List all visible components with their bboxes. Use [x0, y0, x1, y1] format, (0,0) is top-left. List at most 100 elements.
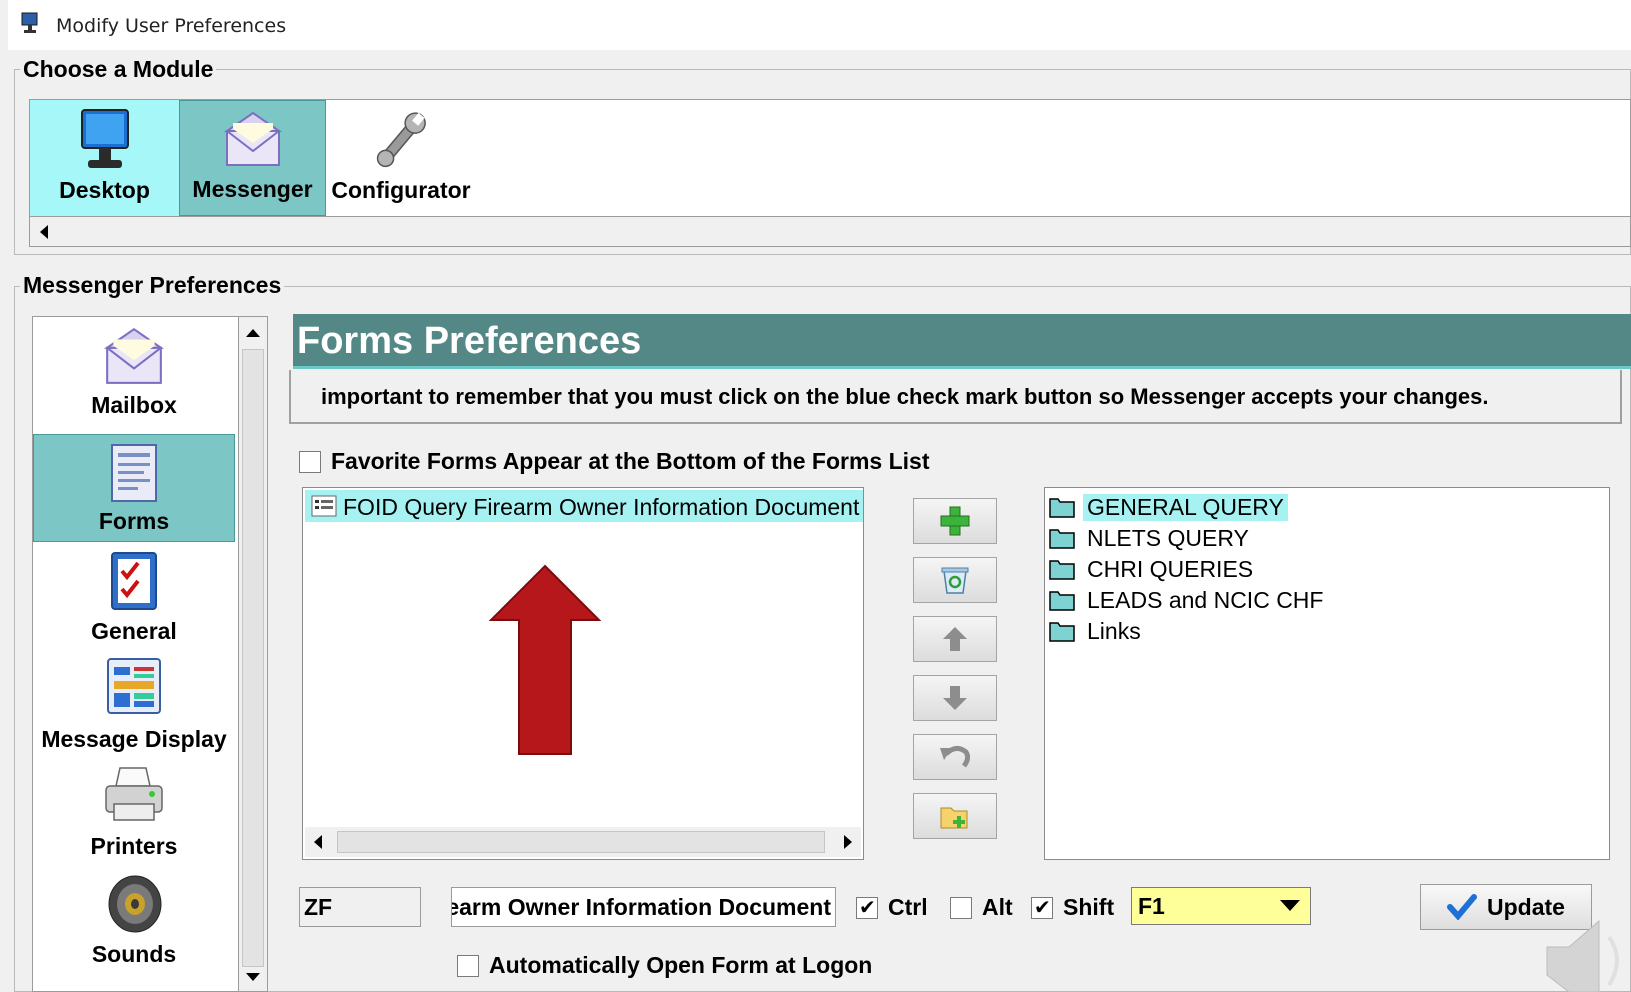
form-name-field[interactable]: FOID Query Firearm Owner Information Doc… [451, 887, 836, 927]
recycle-bin-icon [941, 567, 969, 594]
folder-icon [1049, 560, 1075, 580]
folders-tree[interactable]: GENERAL QUERY NLETS QUERY CHRI QUERIES L… [1044, 487, 1610, 860]
scroll-down-icon[interactable] [246, 973, 260, 983]
nav-item-printers[interactable]: Printers [33, 758, 235, 866]
checklist-icon [111, 552, 157, 610]
favorites-bottom-option[interactable]: Favorite Forms Appear at the Bottom of t… [299, 448, 929, 475]
function-key-value: F1 [1138, 893, 1165, 919]
function-key-select[interactable]: F1 [1131, 887, 1311, 925]
auto-open-checkbox[interactable] [457, 954, 479, 977]
new-folder-icon [940, 807, 968, 829]
folder-label: GENERAL QUERY [1083, 493, 1288, 521]
ctrl-option[interactable]: Ctrl [856, 894, 928, 921]
tree-item-general-query[interactable]: GENERAL QUERY [1049, 492, 1288, 522]
undo-button[interactable] [913, 734, 997, 780]
move-down-button[interactable] [913, 675, 997, 721]
forms-description: important to remember that you must clic… [289, 370, 1622, 424]
alt-label: Alt [982, 894, 1013, 920]
nav-label: General [91, 618, 177, 644]
tree-item-links[interactable]: Links [1049, 616, 1145, 646]
module-group-label: Choose a Module [20, 56, 217, 83]
nav-item-sounds[interactable]: Sounds [33, 866, 235, 974]
plus-icon [940, 506, 970, 536]
form-name: FOID Query Firearm Owner Information Doc… [343, 494, 860, 520]
add-form-button[interactable] [913, 498, 997, 544]
envelope-icon [103, 327, 165, 384]
shortcut-code-field[interactable]: ZF [299, 887, 421, 927]
folder-icon [1049, 498, 1075, 518]
folder-icon [1049, 622, 1075, 642]
arrow-up-icon [943, 627, 967, 651]
nav-label: Forms [98, 508, 170, 534]
auto-open-label: Automatically Open Form at Logon [489, 952, 873, 978]
app-icon [21, 12, 38, 33]
nav-label: Mailbox [91, 392, 177, 418]
nav-item-message-display[interactable]: Message Display [33, 651, 235, 759]
move-up-button[interactable] [913, 616, 997, 662]
printer-icon [105, 767, 163, 821]
alt-option[interactable]: Alt [950, 894, 1013, 921]
alt-checkbox[interactable] [950, 896, 972, 919]
module-desktop[interactable]: Desktop [30, 100, 179, 216]
list-item[interactable]: FOID Query Firearm Owner Information Doc… [305, 490, 863, 522]
module-messenger[interactable]: Messenger [179, 100, 326, 216]
scroll-left-icon[interactable] [313, 835, 323, 849]
scroll-thumb[interactable] [337, 831, 825, 853]
nav-scrollbar[interactable] [238, 316, 268, 992]
scroll-thumb[interactable] [242, 349, 264, 967]
selected-forms-list[interactable]: FOID Query Firearm Owner Information Doc… [302, 487, 864, 860]
chevron-down-icon[interactable] [1280, 900, 1300, 911]
wrench-icon [376, 112, 426, 168]
window-title: Modify User Preferences [56, 15, 287, 37]
ctrl-checkbox[interactable] [856, 895, 878, 920]
nav-label: Message Display [41, 726, 227, 752]
module-configurator[interactable]: Configurator [326, 100, 476, 216]
nav-item-general[interactable]: General [33, 543, 235, 651]
module-scrollbar[interactable] [29, 217, 1631, 247]
favorites-bottom-checkbox[interactable] [299, 450, 321, 473]
module-strip: Desktop Messenger Configurator [29, 99, 1631, 217]
arrow-down-icon [943, 686, 967, 710]
layout-icon [107, 658, 161, 714]
tree-item-nlets-query[interactable]: NLETS QUERY [1049, 523, 1253, 553]
speaker-icon [108, 875, 162, 933]
form-name-value: FOID Query Firearm Owner Information Doc… [451, 894, 831, 920]
folder-label: NLETS QUERY [1087, 524, 1249, 551]
red-up-arrow-icon [489, 564, 601, 755]
title-bar: Modify User Preferences [8, 0, 1631, 50]
module-label: Messenger [192, 176, 313, 202]
folder-label: Links [1087, 617, 1141, 644]
scroll-up-icon[interactable] [246, 327, 260, 337]
prefs-nav: Mailbox Forms General Message Display Pr… [32, 316, 238, 992]
undo-icon [940, 746, 970, 768]
nav-item-forms[interactable]: Forms [33, 434, 235, 542]
module-label: Configurator [331, 177, 471, 203]
prefs-group-label: Messenger Preferences [20, 272, 285, 299]
nav-label: Printers [90, 833, 178, 859]
folder-icon [1049, 529, 1075, 549]
monitor-icon [80, 109, 129, 168]
auto-open-option[interactable]: Automatically Open Form at Logon [457, 952, 872, 979]
tree-item-leads-ncic[interactable]: LEADS and NCIC CHF [1049, 585, 1327, 615]
scroll-right-icon[interactable] [843, 835, 853, 849]
scroll-left-icon[interactable] [38, 225, 50, 239]
envelope-icon [223, 111, 282, 166]
folder-icon [1049, 591, 1075, 611]
folder-label: CHRI QUERIES [1087, 555, 1254, 582]
audio-speaker-icon[interactable] [1543, 915, 1629, 992]
tree-item-chri-queries[interactable]: CHRI QUERIES [1049, 554, 1257, 584]
new-folder-button[interactable] [913, 793, 997, 839]
shift-option[interactable]: Shift [1031, 894, 1114, 921]
list-hscrollbar[interactable] [305, 827, 861, 857]
favorites-bottom-label: Favorite Forms Appear at the Bottom of t… [331, 448, 930, 474]
document-icon [111, 444, 157, 502]
module-label: Desktop [59, 177, 150, 203]
ctrl-label: Ctrl [888, 894, 928, 920]
folder-label: LEADS and NCIC CHF [1087, 586, 1324, 613]
remove-form-button[interactable] [913, 557, 997, 603]
shift-label: Shift [1063, 894, 1115, 920]
nav-item-mailbox[interactable]: Mailbox [33, 317, 235, 425]
checkmark-icon [1447, 894, 1478, 920]
form-list-icon [311, 495, 337, 517]
shift-checkbox[interactable] [1031, 895, 1053, 920]
